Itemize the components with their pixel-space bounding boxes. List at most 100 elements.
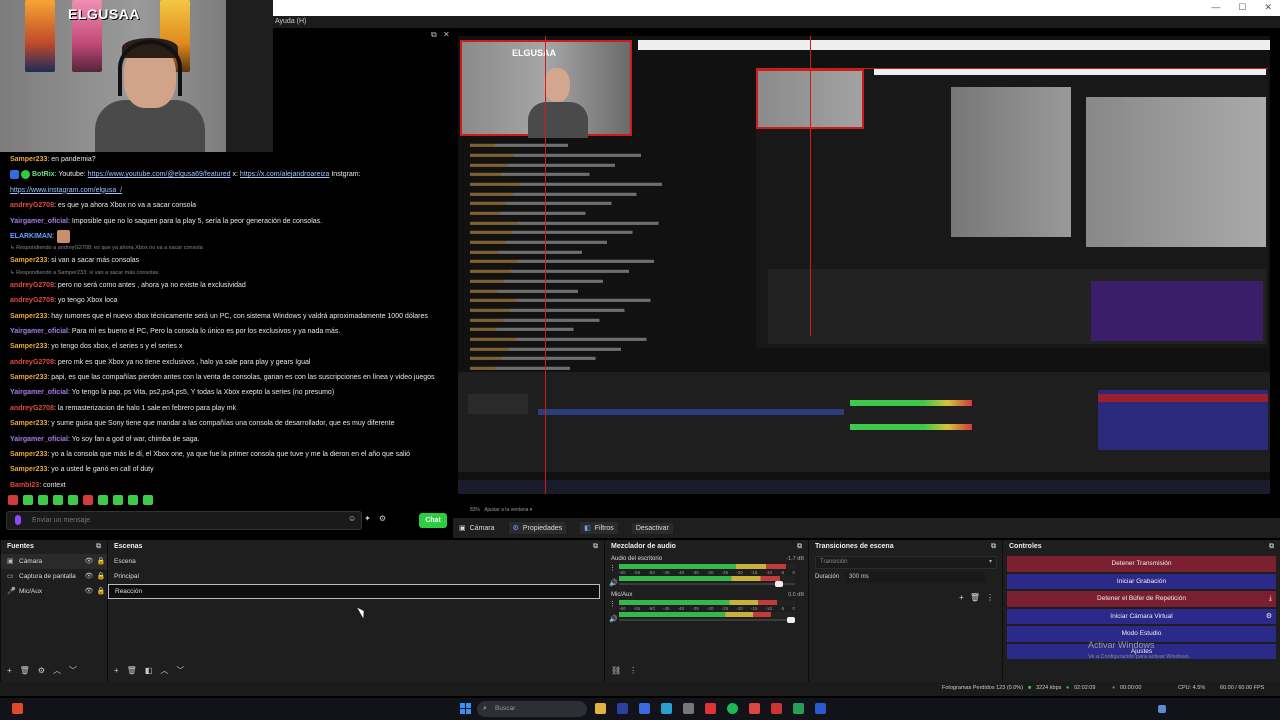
chat-username[interactable]: Yairgamer_oficial (10, 328, 68, 335)
down-icon[interactable]: ﹀ (69, 665, 77, 676)
spotify-icon[interactable] (727, 703, 738, 714)
source-item[interactable]: ▭ Captura de pantalla 👁 🔒 (1, 569, 107, 584)
deactivate-button[interactable]: Desactivar (631, 522, 673, 534)
trash-icon[interactable]: 🗑 (20, 666, 30, 675)
chat-username[interactable]: Yairgamer_oficial (10, 218, 68, 225)
brave-icon[interactable] (705, 703, 716, 714)
add-icon[interactable]: + (114, 666, 119, 675)
source-item[interactable]: 🎤 Mic/Aux 👁 🔒 (1, 584, 107, 599)
volume-slider[interactable] (619, 581, 795, 587)
lock-icon[interactable]: 🔒 (95, 584, 107, 599)
chat-username[interactable]: Samper233 (10, 451, 47, 458)
tray-icon[interactable] (1158, 705, 1166, 713)
chat-username[interactable]: andreyG2708 (10, 202, 54, 209)
undock-icon[interactable]: ⧉ (96, 540, 101, 554)
save-replay-icon[interactable]: ⤓ (1269, 591, 1272, 607)
undock-icon[interactable]: ⧉ (1269, 540, 1274, 554)
chat-username[interactable]: andreyG2708 (10, 359, 54, 366)
trash-icon[interactable]: 🗑 (127, 666, 137, 675)
trash-icon[interactable]: 🗑 (970, 593, 980, 602)
obs-icon[interactable] (771, 703, 782, 714)
emote-icon[interactable] (128, 495, 138, 505)
chat-link[interactable]: https://www.youtube.com/@elgusa69/featur… (88, 171, 231, 178)
filter-icon[interactable]: ◧ (145, 666, 153, 675)
more-icon[interactable]: ⋮ (629, 666, 637, 675)
undock-icon[interactable]: ⧉ (991, 540, 996, 554)
gear-icon[interactable]: ⚙ (38, 666, 45, 675)
chat-username[interactable]: Samper233 (10, 343, 47, 350)
emote-icon[interactable] (113, 495, 123, 505)
obs-preview[interactable]: ELGUSAA (458, 36, 1270, 494)
eye-icon[interactable]: 👁 (83, 584, 95, 599)
chat-username[interactable]: andreyG2708 (10, 405, 54, 412)
close-button[interactable]: ✕ (1264, 2, 1272, 13)
control-button[interactable]: Iniciar Cámara Virtual ⚙ (1007, 608, 1276, 625)
close-chat-icon[interactable]: ✕ (443, 30, 450, 39)
speaker-icon[interactable]: 🔊 (609, 615, 618, 623)
up-icon[interactable]: ︿ (160, 665, 168, 676)
app-icon[interactable] (815, 703, 826, 714)
chat-link[interactable]: https://x.com/alejandroareiza (240, 171, 330, 178)
app-icon[interactable] (617, 703, 628, 714)
control-button[interactable]: Detener Transmisión (1007, 556, 1276, 572)
chat-username[interactable]: Samper233 (10, 156, 47, 163)
down-icon[interactable]: ﹀ (176, 665, 184, 676)
more-icon[interactable]: ⋮ (986, 593, 994, 602)
control-button[interactable]: Iniciar Grabación (1007, 573, 1276, 589)
up-icon[interactable]: ︿ (53, 665, 61, 676)
lock-icon[interactable]: 🔒 (95, 569, 107, 584)
minimize-button[interactable]: — (1211, 2, 1220, 13)
preview-camera-source[interactable]: ELGUSAA (460, 40, 632, 138)
volume-slider[interactable] (619, 617, 796, 623)
chat-username[interactable]: Samper233 (10, 313, 47, 320)
settings-icon[interactable]: ⚙ (379, 514, 386, 523)
chat-username[interactable]: Samper233 (10, 420, 47, 427)
speaker-icon[interactable]: 🔊 (609, 579, 618, 587)
source-item[interactable]: ▣ Cámara 👁 🔒 (1, 554, 107, 569)
emote-icon[interactable] (38, 495, 48, 505)
emote-icon[interactable] (23, 495, 33, 505)
eye-icon[interactable]: 👁 (83, 569, 95, 584)
emote-icon[interactable] (8, 495, 18, 505)
chat-username[interactable]: BotRix (32, 171, 55, 178)
chat-username[interactable]: Bambi23 (10, 482, 39, 489)
popout-icon[interactable]: ⧉ (431, 30, 437, 40)
chat-username[interactable]: andreyG2708 (10, 297, 54, 304)
taskbar-search[interactable]: ⌕ Buscar (477, 701, 587, 717)
menu-help[interactable]: Ayuda (H) (275, 18, 306, 25)
app-icon[interactable] (749, 703, 760, 714)
emote-icon[interactable] (83, 495, 93, 505)
chat-username[interactable]: Yairgamer_oficial (10, 389, 68, 396)
fit-window[interactable]: Ajustar a la ventana (484, 507, 528, 513)
emote-picker-icon[interactable]: ☺ (348, 514, 356, 523)
more-icon[interactable]: ⋮ (609, 564, 616, 572)
emote-icon[interactable] (53, 495, 63, 505)
whatsapp-icon[interactable] (793, 703, 804, 714)
app-icon[interactable] (683, 703, 694, 714)
lock-icon[interactable]: 🔒 (95, 554, 107, 569)
scene-item[interactable]: Escena (108, 554, 600, 569)
app-icon[interactable] (12, 703, 23, 714)
chat-username[interactable]: andreyG2708 (10, 282, 54, 289)
transition-select[interactable]: Transición ▾ (815, 556, 997, 569)
filters-button[interactable]: ◧ Filtros (580, 522, 618, 534)
maximize-button[interactable]: ☐ (1238, 2, 1246, 13)
chat-username[interactable]: Yairgamer_oficial (10, 436, 68, 443)
chat-input[interactable]: Enviar un mensaje (6, 511, 362, 530)
chat-username[interactable]: Samper233 (10, 374, 47, 381)
emote-icon[interactable] (98, 495, 108, 505)
chat-username[interactable]: Samper233 (10, 466, 47, 473)
add-icon[interactable]: + (959, 593, 964, 602)
more-icon[interactable]: ⋮ (609, 600, 616, 608)
emote-icon[interactable] (143, 495, 153, 505)
chat-username[interactable]: ELARKIMAN (10, 233, 52, 240)
points-icon[interactable]: ✦ (364, 514, 371, 523)
chat-username[interactable]: Samper233 (10, 257, 47, 264)
folder-icon[interactable] (595, 703, 606, 714)
gear-icon[interactable]: ⚙ (1266, 609, 1272, 625)
app-icon[interactable] (639, 703, 650, 714)
link-icon[interactable]: ⛓ (611, 666, 621, 675)
undock-icon[interactable]: ⧉ (593, 540, 598, 554)
bits-icon[interactable] (15, 515, 21, 525)
emote-icon[interactable] (68, 495, 78, 505)
